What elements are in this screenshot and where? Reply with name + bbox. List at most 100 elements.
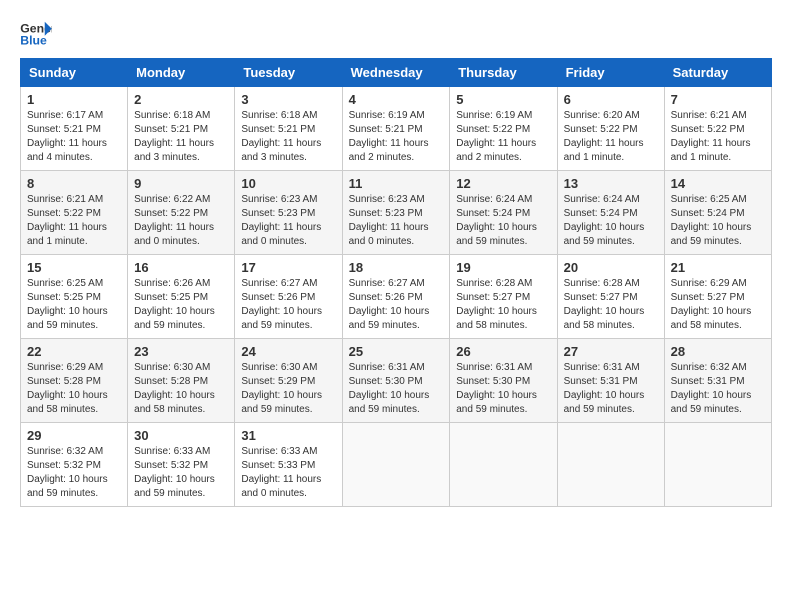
day-number: 17 bbox=[241, 260, 335, 275]
day-info: Sunrise: 6:28 AM Sunset: 5:27 PM Dayligh… bbox=[564, 277, 658, 333]
weekday-header-wednesday: Wednesday bbox=[342, 59, 450, 87]
weekday-header-sunday: Sunday bbox=[21, 59, 128, 87]
weekday-header-friday: Friday bbox=[557, 59, 664, 87]
calendar-cell: 23Sunrise: 6:30 AM Sunset: 5:28 PM Dayli… bbox=[128, 339, 235, 423]
calendar-cell: 3 Sunrise: 6:18 AM Sunset: 5:21 PM Daylig… bbox=[235, 87, 342, 171]
day-info: Sunrise: 6:19 AM Sunset: 5:22 PM Dayligh… bbox=[456, 109, 550, 165]
calendar-cell: 5 Sunrise: 6:19 AM Sunset: 5:22 PM Daylig… bbox=[450, 87, 557, 171]
day-info: Sunrise: 6:20 AM Sunset: 5:22 PM Dayligh… bbox=[564, 109, 658, 165]
calendar-cell: 12 Sunrise: 6:24 AM Sunset: 5:24 PM Dayli… bbox=[450, 171, 557, 255]
day-info: Sunrise: 6:21 AM Sunset: 5:22 PM Dayligh… bbox=[671, 109, 765, 165]
day-number: 4 bbox=[349, 92, 444, 107]
day-info: Sunrise: 6:28 AM Sunset: 5:27 PM Dayligh… bbox=[456, 277, 550, 333]
calendar-week-3: 15 Sunrise: 6:25 AM Sunset: 5:25 PM Dayli… bbox=[21, 255, 772, 339]
day-number: 13 bbox=[564, 176, 658, 191]
calendar-cell: 19 Sunrise: 6:28 AM Sunset: 5:27 PM Dayli… bbox=[450, 255, 557, 339]
day-number: 11 bbox=[349, 176, 444, 191]
day-info: Sunrise: 6:26 AM Sunset: 5:25 PM Dayligh… bbox=[134, 277, 228, 333]
weekday-header-thursday: Thursday bbox=[450, 59, 557, 87]
day-info: Sunrise: 6:29 AM Sunset: 5:28 PM Dayligh… bbox=[27, 361, 121, 417]
day-info: Sunrise: 6:18 AM Sunset: 5:21 PM Dayligh… bbox=[134, 109, 228, 165]
day-info: Sunrise: 6:31 AM Sunset: 5:31 PM Dayligh… bbox=[564, 361, 658, 417]
calendar-cell: 2Sunrise: 6:18 AM Sunset: 5:21 PM Daylig… bbox=[128, 87, 235, 171]
svg-text:Blue: Blue bbox=[20, 34, 47, 48]
day-number: 16 bbox=[134, 260, 228, 275]
day-number: 7 bbox=[671, 92, 765, 107]
day-info: Sunrise: 6:33 AM Sunset: 5:33 PM Dayligh… bbox=[241, 445, 335, 501]
calendar-cell: 25 Sunrise: 6:31 AM Sunset: 5:30 PM Dayli… bbox=[342, 339, 450, 423]
day-number: 26 bbox=[456, 344, 550, 359]
calendar-cell bbox=[664, 423, 771, 507]
day-number: 19 bbox=[456, 260, 550, 275]
calendar-week-1: 1 Sunrise: 6:17 AM Sunset: 5:21 PM Daylig… bbox=[21, 87, 772, 171]
day-info: Sunrise: 6:21 AM Sunset: 5:22 PM Dayligh… bbox=[27, 193, 121, 249]
calendar-cell: 14Sunrise: 6:25 AM Sunset: 5:24 PM Dayli… bbox=[664, 171, 771, 255]
day-number: 5 bbox=[456, 92, 550, 107]
calendar-cell: 8 Sunrise: 6:21 AM Sunset: 5:22 PM Daylig… bbox=[21, 171, 128, 255]
calendar-body: 1 Sunrise: 6:17 AM Sunset: 5:21 PM Daylig… bbox=[21, 87, 772, 507]
day-number: 6 bbox=[564, 92, 658, 107]
calendar-cell: 30 Sunrise: 6:33 AM Sunset: 5:32 PM Dayli… bbox=[128, 423, 235, 507]
calendar-cell bbox=[342, 423, 450, 507]
day-number: 18 bbox=[349, 260, 444, 275]
day-info: Sunrise: 6:23 AM Sunset: 5:23 PM Dayligh… bbox=[349, 193, 444, 249]
day-info: Sunrise: 6:18 AM Sunset: 5:21 PM Dayligh… bbox=[241, 109, 335, 165]
calendar-cell: 1 Sunrise: 6:17 AM Sunset: 5:21 PM Daylig… bbox=[21, 87, 128, 171]
day-info: Sunrise: 6:33 AM Sunset: 5:32 PM Dayligh… bbox=[134, 445, 228, 501]
day-info: Sunrise: 6:25 AM Sunset: 5:25 PM Dayligh… bbox=[27, 277, 121, 333]
calendar-cell: 21Sunrise: 6:29 AM Sunset: 5:27 PM Dayli… bbox=[664, 255, 771, 339]
calendar-cell: 28Sunrise: 6:32 AM Sunset: 5:31 PM Dayli… bbox=[664, 339, 771, 423]
day-info: Sunrise: 6:31 AM Sunset: 5:30 PM Dayligh… bbox=[349, 361, 444, 417]
calendar-cell: 17Sunrise: 6:27 AM Sunset: 5:26 PM Dayli… bbox=[235, 255, 342, 339]
day-number: 27 bbox=[564, 344, 658, 359]
calendar-cell: 20 Sunrise: 6:28 AM Sunset: 5:27 PM Dayli… bbox=[557, 255, 664, 339]
calendar-cell: 27 Sunrise: 6:31 AM Sunset: 5:31 PM Dayli… bbox=[557, 339, 664, 423]
day-number: 15 bbox=[27, 260, 121, 275]
day-number: 1 bbox=[27, 92, 121, 107]
day-info: Sunrise: 6:31 AM Sunset: 5:30 PM Dayligh… bbox=[456, 361, 550, 417]
day-info: Sunrise: 6:30 AM Sunset: 5:28 PM Dayligh… bbox=[134, 361, 228, 417]
day-number: 30 bbox=[134, 428, 228, 443]
day-info: Sunrise: 6:22 AM Sunset: 5:22 PM Dayligh… bbox=[134, 193, 228, 249]
day-info: Sunrise: 6:30 AM Sunset: 5:29 PM Dayligh… bbox=[241, 361, 335, 417]
calendar-cell: 24 Sunrise: 6:30 AM Sunset: 5:29 PM Dayli… bbox=[235, 339, 342, 423]
day-info: Sunrise: 6:17 AM Sunset: 5:21 PM Dayligh… bbox=[27, 109, 121, 165]
day-number: 9 bbox=[134, 176, 228, 191]
calendar-cell: 10 Sunrise: 6:23 AM Sunset: 5:23 PM Dayli… bbox=[235, 171, 342, 255]
weekday-header-saturday: Saturday bbox=[664, 59, 771, 87]
day-number: 3 bbox=[241, 92, 335, 107]
day-info: Sunrise: 6:32 AM Sunset: 5:31 PM Dayligh… bbox=[671, 361, 765, 417]
logo: General Blue bbox=[20, 20, 56, 48]
day-number: 12 bbox=[456, 176, 550, 191]
day-number: 29 bbox=[27, 428, 121, 443]
calendar-cell: 31Sunrise: 6:33 AM Sunset: 5:33 PM Dayli… bbox=[235, 423, 342, 507]
calendar-cell: 4 Sunrise: 6:19 AM Sunset: 5:21 PM Daylig… bbox=[342, 87, 450, 171]
day-number: 10 bbox=[241, 176, 335, 191]
calendar-cell: 13Sunrise: 6:24 AM Sunset: 5:24 PM Dayli… bbox=[557, 171, 664, 255]
calendar-cell: 29 Sunrise: 6:32 AM Sunset: 5:32 PM Dayli… bbox=[21, 423, 128, 507]
day-number: 24 bbox=[241, 344, 335, 359]
calendar-cell: 26 Sunrise: 6:31 AM Sunset: 5:30 PM Dayli… bbox=[450, 339, 557, 423]
logo-icon: General Blue bbox=[20, 20, 52, 48]
day-number: 20 bbox=[564, 260, 658, 275]
calendar-week-4: 22 Sunrise: 6:29 AM Sunset: 5:28 PM Dayli… bbox=[21, 339, 772, 423]
calendar-header-row: SundayMondayTuesdayWednesdayThursdayFrid… bbox=[21, 59, 772, 87]
calendar-week-5: 29 Sunrise: 6:32 AM Sunset: 5:32 PM Dayli… bbox=[21, 423, 772, 507]
weekday-header-tuesday: Tuesday bbox=[235, 59, 342, 87]
calendar-cell: 16 Sunrise: 6:26 AM Sunset: 5:25 PM Dayli… bbox=[128, 255, 235, 339]
page-header: General Blue bbox=[20, 20, 772, 48]
day-info: Sunrise: 6:23 AM Sunset: 5:23 PM Dayligh… bbox=[241, 193, 335, 249]
day-number: 25 bbox=[349, 344, 444, 359]
calendar-cell: 9 Sunrise: 6:22 AM Sunset: 5:22 PM Daylig… bbox=[128, 171, 235, 255]
day-number: 22 bbox=[27, 344, 121, 359]
calendar-week-2: 8 Sunrise: 6:21 AM Sunset: 5:22 PM Daylig… bbox=[21, 171, 772, 255]
calendar-cell bbox=[450, 423, 557, 507]
day-number: 8 bbox=[27, 176, 121, 191]
calendar-cell: 15 Sunrise: 6:25 AM Sunset: 5:25 PM Dayli… bbox=[21, 255, 128, 339]
day-info: Sunrise: 6:19 AM Sunset: 5:21 PM Dayligh… bbox=[349, 109, 444, 165]
weekday-header-monday: Monday bbox=[128, 59, 235, 87]
calendar-cell bbox=[557, 423, 664, 507]
day-info: Sunrise: 6:24 AM Sunset: 5:24 PM Dayligh… bbox=[456, 193, 550, 249]
day-number: 14 bbox=[671, 176, 765, 191]
day-info: Sunrise: 6:32 AM Sunset: 5:32 PM Dayligh… bbox=[27, 445, 121, 501]
